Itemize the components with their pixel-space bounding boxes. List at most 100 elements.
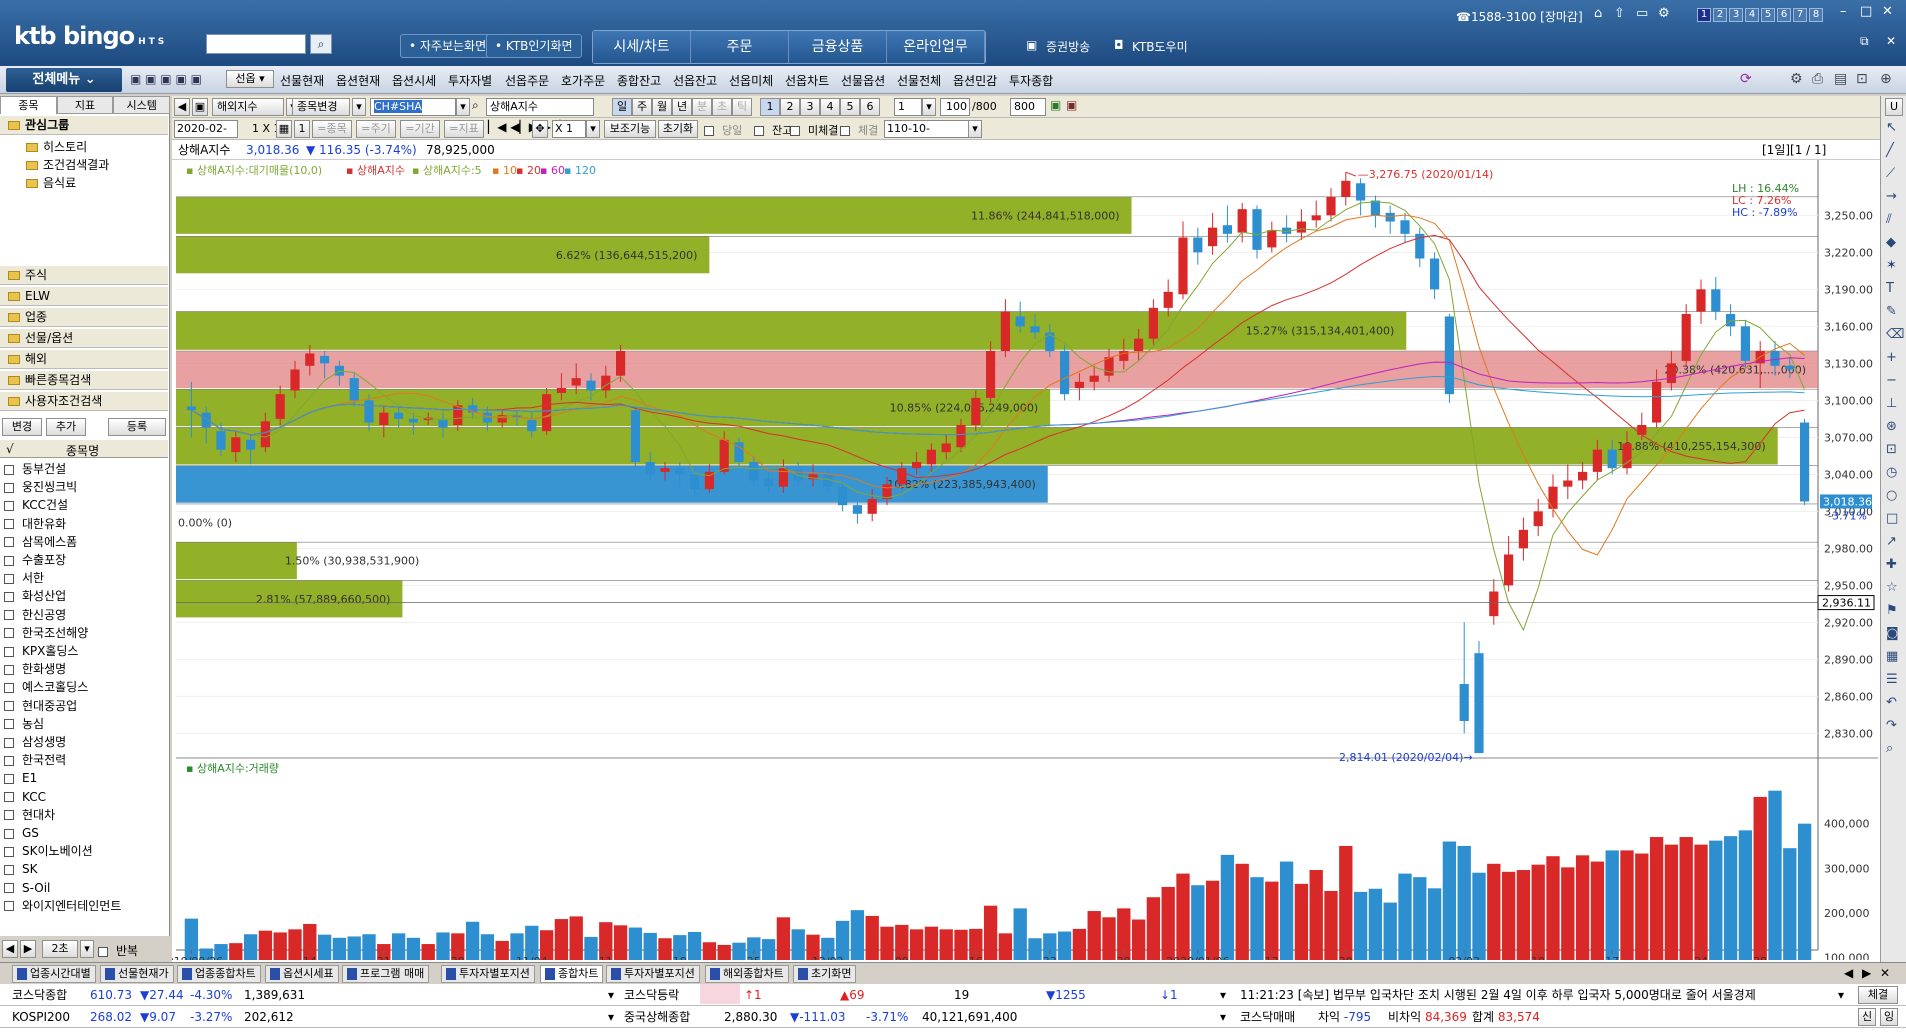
screen-tab[interactable]: 해외종합차트: [705, 965, 789, 983]
watchlist-group[interactable]: 관심그룹: [0, 116, 168, 135]
ticker-dropdown-icon[interactable]: ▾: [1220, 1006, 1226, 1028]
screen-1-button[interactable]: 1: [1697, 8, 1711, 22]
refresh-icon[interactable]: ⟳: [1740, 71, 1752, 87]
menu-item-13[interactable]: 투자종합: [1009, 72, 1053, 89]
gann-icon[interactable]: ✶: [1886, 258, 1897, 273]
close-icon[interactable]: ✕: [1880, 966, 1890, 980]
list-item[interactable]: GS: [4, 824, 39, 842]
redo-icon[interactable]: ↷: [1886, 718, 1897, 733]
checkbox[interactable]: [4, 682, 14, 693]
menu-item-11[interactable]: 선물전체: [897, 72, 941, 89]
tab-financial-products[interactable]: 금융상품: [789, 31, 887, 63]
maximize-icon[interactable]: □: [1860, 4, 1872, 19]
ticker-dropdown-icon[interactable]: ▾: [608, 1006, 614, 1028]
list-item[interactable]: 한화생명: [4, 660, 66, 678]
date-input[interactable]: 2020-02-28: [174, 120, 238, 151]
period-button[interactable]: 틱: [732, 98, 752, 116]
helper-link[interactable]: KTB도우미: [1132, 38, 1188, 55]
search-icon[interactable]: ⌕: [310, 34, 332, 54]
screen-tab[interactable]: 프로그램 매매: [342, 965, 430, 983]
code-input[interactable]: CH#SHA: [370, 98, 456, 116]
checkbox[interactable]: [4, 828, 14, 839]
list-item[interactable]: 한신공영: [4, 606, 66, 624]
list-item[interactable]: 서한: [4, 569, 44, 587]
restore-icon[interactable]: ⧉: [1860, 34, 1869, 49]
category-stock[interactable]: 주식: [0, 266, 168, 285]
count-button[interactable]: 2: [780, 98, 800, 116]
checkbox[interactable]: [4, 737, 14, 748]
indicator-sync-button[interactable]: =지표: [444, 120, 484, 138]
tab-system[interactable]: 시스템: [113, 96, 171, 114]
screen-7-button[interactable]: 7: [1793, 8, 1807, 22]
screen-5-button[interactable]: 5: [1761, 8, 1775, 22]
screen-tab[interactable]: 종합차트: [540, 965, 604, 983]
fib-icon[interactable]: ◆: [1886, 235, 1896, 250]
list-item[interactable]: 삼성생명: [4, 733, 66, 751]
period-button[interactable]: 년: [672, 98, 692, 116]
menu-item-3[interactable]: 투자자별: [448, 72, 492, 89]
close-inner-icon[interactable]: ✕: [1886, 34, 1896, 48]
close-icon[interactable]: ✕: [1882, 4, 1893, 19]
list-item[interactable]: 현대중공업: [4, 697, 77, 715]
checkbox[interactable]: [4, 519, 14, 530]
screen-icon[interactable]: ▤: [1834, 71, 1847, 87]
category-sector[interactable]: 업종: [0, 308, 168, 327]
trend-icon[interactable]: ⟋: [1886, 166, 1895, 181]
checkbox[interactable]: [4, 901, 14, 912]
checkbox[interactable]: [4, 628, 14, 639]
period-button[interactable]: 주: [632, 98, 652, 116]
aux-button[interactable]: 보조기능: [604, 120, 656, 138]
tab-quote-chart[interactable]: 시세/차트: [593, 31, 691, 63]
star-icon[interactable]: ☆: [1886, 580, 1898, 595]
checkbox[interactable]: [4, 664, 14, 675]
list-item[interactable]: S-Oil: [4, 879, 50, 897]
checkbox[interactable]: [4, 464, 14, 475]
mode-select[interactable]: 종목변경: [292, 98, 350, 116]
next-icon[interactable]: ▶: [20, 940, 36, 958]
mode-down-icon[interactable]: ▾: [352, 98, 366, 116]
change-button[interactable]: 변경: [2, 418, 42, 436]
circle-icon[interactable]: ○: [1886, 488, 1897, 503]
list-item[interactable]: 예스코홀딩스: [4, 678, 88, 696]
menu-item-8[interactable]: 선옵미체: [729, 72, 773, 89]
list-item[interactable]: SK이노베이션: [4, 842, 93, 860]
tv-icon[interactable]: ▣: [1026, 38, 1037, 52]
checkbox[interactable]: [4, 773, 14, 784]
list-item[interactable]: SK: [4, 860, 38, 878]
list-item[interactable]: 와이지엔터테인먼트: [4, 897, 121, 915]
multiplier-down-icon[interactable]: ▾: [586, 120, 600, 138]
period-button[interactable]: 월: [652, 98, 672, 116]
popular-screens-button[interactable]: • KTB인기화면: [486, 34, 582, 58]
checkbox[interactable]: [4, 646, 14, 657]
checkbox[interactable]: [4, 883, 14, 894]
period-button[interactable]: 분: [692, 98, 712, 116]
period-button[interactable]: 일: [612, 98, 632, 116]
ruler-icon[interactable]: ⊥: [1886, 396, 1897, 411]
balance-checkbox[interactable]: 잔고: [754, 122, 792, 138]
list-item[interactable]: 현대차: [4, 806, 55, 824]
back-icon[interactable]: ◀: [174, 98, 190, 116]
count-button[interactable]: 1: [760, 98, 780, 116]
menu-item-5[interactable]: 호가주문: [561, 72, 605, 89]
reset-button[interactable]: 초기화: [658, 120, 698, 138]
one-icon[interactable]: 1: [294, 120, 310, 138]
screen-2-button[interactable]: 2: [1713, 8, 1727, 22]
search-icon[interactable]: ⌕: [1886, 741, 1893, 756]
lock-icon[interactable]: ⊡: [1886, 442, 1897, 457]
list-item[interactable]: 한국조선해양: [4, 624, 88, 642]
list-item[interactable]: 대한유화: [4, 515, 66, 533]
subgroup-condition[interactable]: 조건검색결과: [26, 156, 109, 173]
list-icon[interactable]: ☰: [1886, 672, 1898, 687]
pin-icon[interactable]: ⊕: [1880, 71, 1892, 87]
screen-3-button[interactable]: 3: [1729, 8, 1743, 22]
checkbox[interactable]: [4, 792, 14, 803]
broadcast-link[interactable]: 증권방송: [1046, 38, 1090, 55]
add-button[interactable]: 추가: [46, 418, 86, 436]
flag-icon[interactable]: ⚑: [1886, 603, 1898, 618]
u-icon[interactable]: U: [1885, 98, 1903, 116]
checkbox[interactable]: [4, 537, 14, 548]
clock-icon[interactable]: ◷: [1886, 465, 1897, 480]
print-icon[interactable]: ⎙: [1812, 71, 1823, 87]
menu-item-9[interactable]: 선옵차트: [785, 72, 829, 89]
ticker-dropdown-icon[interactable]: ▾: [608, 984, 614, 1006]
